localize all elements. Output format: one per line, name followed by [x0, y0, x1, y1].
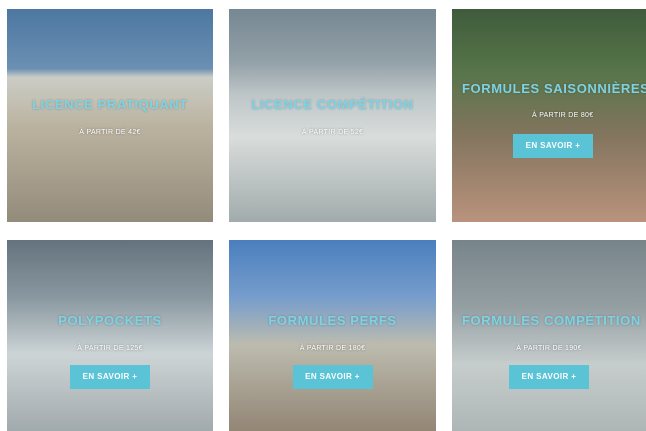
photo-overlay	[229, 9, 436, 222]
card-price: À PARTIR DE 125€	[77, 345, 143, 352]
photo-overlay	[229, 240, 436, 431]
card-title: LICENCE PRATIQUANT	[32, 97, 188, 112]
card-price: À PARTIR DE 42€	[79, 129, 141, 136]
en-savoir-plus-button[interactable]: EN SAVOIR +	[513, 134, 593, 158]
card-title: FORMULES SAISONNIÈRES	[462, 81, 646, 96]
card-licence-pratiquant[interactable]: LICENCE PRATIQUANT À PARTIR DE 42€	[7, 9, 213, 222]
card-title: LICENCE COMPÉTITION	[251, 97, 414, 112]
card-formules-saisonnieres[interactable]: FORMULES SAISONNIÈRES À PARTIR DE 80€ EN…	[452, 9, 646, 222]
photo-overlay	[7, 240, 213, 431]
card-title: FORMULES COMPÉTITION	[462, 313, 641, 328]
photo-overlay	[452, 240, 646, 431]
card-price: À PARTIR DE 180€	[299, 345, 366, 352]
photo-overlay	[7, 9, 213, 222]
en-savoir-plus-button[interactable]: EN SAVOIR +	[509, 365, 589, 389]
card-formules-competition[interactable]: FORMULES COMPÉTITION À PARTIR DE 190€ EN…	[452, 240, 646, 431]
en-savoir-plus-button[interactable]: EN SAVOIR +	[292, 365, 373, 389]
card-price: À PARTIR DE 52€	[301, 129, 364, 136]
card-title: FORMULES PERFS	[268, 313, 397, 328]
card-title: POLYPOCKETS	[58, 313, 162, 328]
card-price: À PARTIR DE 190€	[516, 345, 582, 352]
card-licence-competition[interactable]: LICENCE COMPÉTITION À PARTIR DE 52€	[229, 9, 436, 222]
card-formules-perfs[interactable]: FORMULES PERFS À PARTIR DE 180€ EN SAVOI…	[229, 240, 436, 431]
card-price: À PARTIR DE 80€	[532, 112, 594, 119]
card-polypockets[interactable]: POLYPOCKETS À PARTIR DE 125€ EN SAVOIR +	[7, 240, 213, 431]
en-savoir-plus-button[interactable]: EN SAVOIR +	[70, 365, 150, 389]
